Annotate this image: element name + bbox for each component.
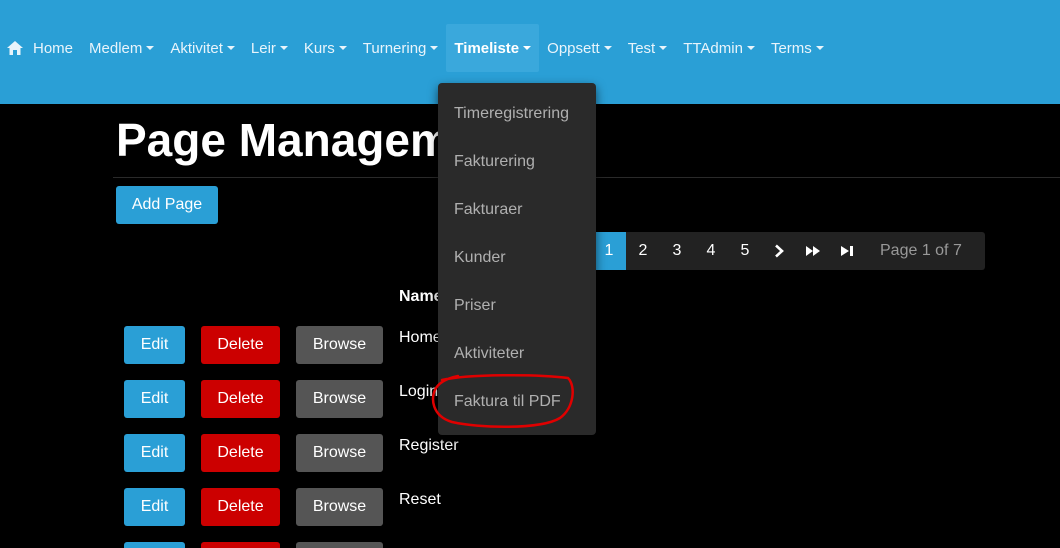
caret-down-icon	[226, 46, 235, 50]
nav-label: Turnering	[362, 39, 427, 57]
nav-label: TTAdmin	[683, 39, 743, 57]
nav-item-leir[interactable]: Leir	[243, 24, 296, 72]
nav-item-turnering[interactable]: Turnering	[355, 24, 447, 72]
menu-item-aktiviteter[interactable]: Aktiviteter	[454, 345, 524, 363]
delete-button[interactable]: Delete	[201, 488, 280, 526]
nav-label: Test	[627, 39, 656, 57]
caret-down-icon	[746, 46, 755, 50]
nav-item-home[interactable]: Home	[6, 24, 81, 72]
nav-label: Medlem	[89, 39, 143, 57]
nav-item-medlem[interactable]: Medlem	[81, 24, 162, 72]
timeliste-dropdown-menu: Timeregistrering Fakturering Fakturaer K…	[438, 83, 596, 435]
nav-item-oppsett[interactable]: Oppsett	[539, 24, 620, 72]
caret-down-icon	[603, 46, 612, 50]
page-4-button[interactable]: 4	[694, 232, 728, 270]
fast-forward-icon	[806, 246, 820, 256]
nav-label: Home	[33, 39, 74, 57]
delete-button[interactable]: Delete	[201, 380, 280, 418]
edit-button[interactable]: Edit	[124, 380, 185, 418]
browse-button[interactable]	[296, 542, 383, 548]
nav-label: Timeliste	[454, 39, 520, 57]
nav-label: Kurs	[303, 39, 335, 57]
caret-down-icon	[523, 46, 532, 50]
menu-item-faktura-til-pdf[interactable]: Faktura til PDF	[454, 393, 561, 411]
next-page-button[interactable]	[762, 232, 796, 270]
page-name: Login	[399, 383, 439, 400]
delete-button[interactable]: Delete	[201, 434, 280, 472]
page-2-button[interactable]: 2	[626, 232, 660, 270]
nav-item-aktivitet[interactable]: Aktivitet	[162, 24, 243, 72]
nav-label: Leir	[250, 39, 276, 57]
menu-item-fakturering[interactable]: Fakturering	[454, 153, 535, 171]
page-name: Reset	[399, 491, 441, 508]
menu-item-kunder[interactable]: Kunder	[454, 249, 506, 267]
chevron-right-icon	[775, 244, 784, 258]
delete-button[interactable]: Delete	[201, 326, 280, 364]
nav-item-terms[interactable]: Terms	[763, 24, 832, 72]
edit-button[interactable]	[124, 542, 185, 548]
edit-button[interactable]: Edit	[124, 488, 185, 526]
page-name: Home	[399, 329, 442, 346]
page-5-button[interactable]: 5	[728, 232, 762, 270]
nav-item-ttadmin[interactable]: TTAdmin	[675, 24, 763, 72]
menu-item-fakturaer[interactable]: Fakturaer	[454, 201, 522, 219]
fast-forward-button[interactable]	[796, 232, 830, 270]
nav-label: Terms	[770, 39, 812, 57]
caret-down-icon	[815, 46, 824, 50]
browse-button[interactable]: Browse	[296, 434, 383, 472]
home-icon	[7, 41, 23, 55]
caret-down-icon	[279, 46, 288, 50]
nav-item-kurs[interactable]: Kurs	[296, 24, 355, 72]
page-info: Page 1 of 7	[880, 242, 962, 259]
column-header-name: Name	[399, 288, 443, 305]
skip-to-end-icon	[841, 246, 853, 256]
caret-down-icon	[338, 46, 347, 50]
main-nav: Home Medlem Aktivitet Leir Kurs Turnerin…	[6, 24, 832, 72]
page-1-button[interactable]: 1	[592, 232, 626, 270]
caret-down-icon	[146, 46, 155, 50]
add-page-button[interactable]: Add Page	[116, 186, 218, 224]
edit-button[interactable]: Edit	[124, 326, 185, 364]
menu-item-timeregistrering[interactable]: Timeregistrering	[454, 105, 569, 123]
edit-button[interactable]: Edit	[124, 434, 185, 472]
nav-item-test[interactable]: Test	[620, 24, 676, 72]
page-3-button[interactable]: 3	[660, 232, 694, 270]
nav-item-timeliste[interactable]: Timeliste	[446, 24, 540, 72]
browse-button[interactable]: Browse	[296, 488, 383, 526]
nav-label: Aktivitet	[170, 39, 223, 57]
menu-item-priser[interactable]: Priser	[454, 297, 496, 315]
caret-down-icon	[430, 46, 439, 50]
page-name: Register	[399, 437, 459, 454]
last-page-button[interactable]	[830, 232, 864, 270]
browse-button[interactable]: Browse	[296, 326, 383, 364]
caret-down-icon	[659, 46, 668, 50]
nav-label: Oppsett	[547, 39, 600, 57]
delete-button[interactable]	[201, 542, 280, 548]
browse-button[interactable]: Browse	[296, 380, 383, 418]
